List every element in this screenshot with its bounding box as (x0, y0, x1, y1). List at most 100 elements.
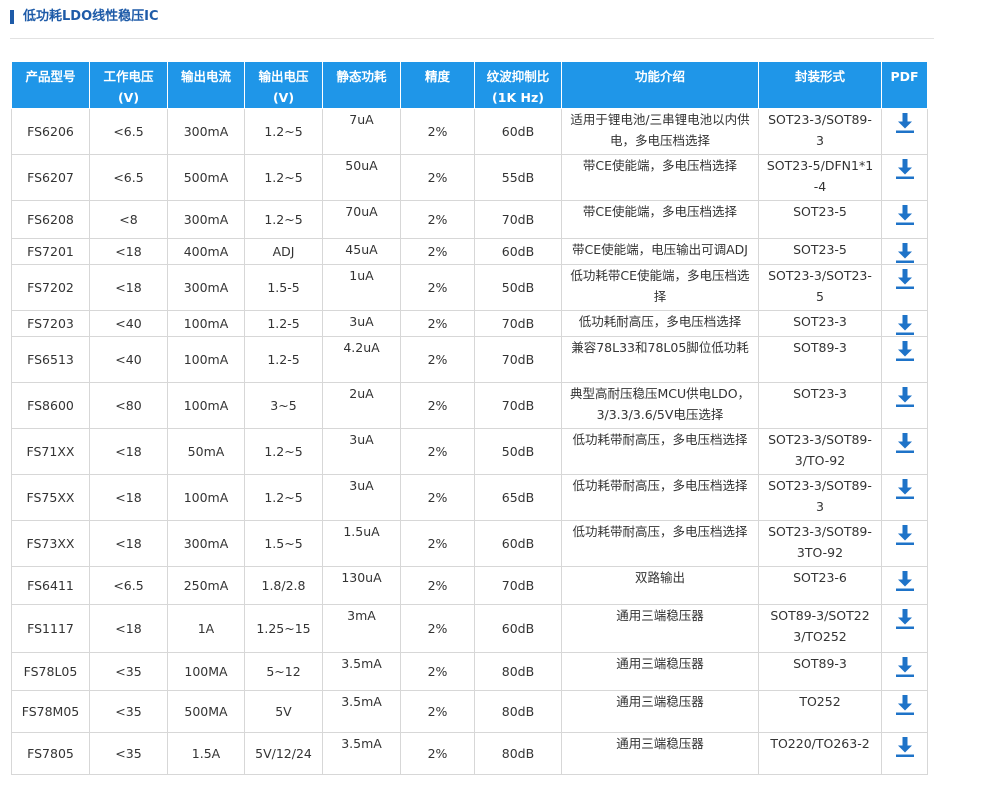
output-voltage-cell: 1.2-5 (244, 310, 323, 337)
download-icon[interactable] (895, 268, 915, 290)
package-cell: SOT23-6 (758, 566, 882, 605)
quiescent-cell: 3uA (322, 474, 401, 521)
output-voltage-cell: 1.2~5 (244, 108, 323, 155)
pdf-link[interactable] (882, 733, 927, 758)
function-cell: 通用三端稳压器 (561, 604, 759, 653)
download-icon[interactable] (895, 524, 915, 546)
model-cell: FS8600 (11, 382, 90, 429)
download-icon[interactable] (895, 314, 915, 336)
output-voltage-cell: 3~5 (244, 382, 323, 429)
pdf-link[interactable] (882, 653, 927, 678)
function-cell: 双路输出 (561, 566, 759, 605)
output-voltage-cell: 5~12 (244, 652, 323, 691)
table-row: FS78L05 <35 100MA 5~12 3.5mA 2% 80dB 通用三端稳压器 SOT… (11, 652, 928, 691)
psrr-cell: 60dB (474, 604, 562, 653)
pdf-cell (881, 566, 928, 605)
accuracy-cell: 2% (400, 690, 475, 733)
quiescent-cell: 50uA (322, 154, 401, 201)
package-cell: SOT23-3/SOT23-5 (758, 264, 882, 311)
pdf-link[interactable] (882, 311, 927, 336)
download-icon[interactable] (895, 608, 915, 630)
accuracy-cell: 2% (400, 428, 475, 475)
table-row: FS73XX <18 300mA 1.5~5 1.5uA 2% 60dB 低功耗带耐高压，多电… (11, 520, 928, 567)
quiescent-cell: 45uA (322, 238, 401, 265)
pdf-link[interactable] (882, 605, 927, 630)
pdf-link[interactable] (882, 239, 927, 264)
accuracy-cell: 2% (400, 474, 475, 521)
package-cell: SOT23-3 (758, 310, 882, 337)
pdf-link[interactable] (882, 265, 927, 290)
package-cell: SOT23-3/SOT89-3/TO-92 (758, 428, 882, 475)
pdf-link[interactable] (882, 475, 927, 500)
output-voltage-cell: 1.2~5 (244, 154, 323, 201)
table-row: FS6207 <6.5 500mA 1.2~5 50uA 2% 55dB 带CE使能端，多电压… (11, 154, 928, 201)
download-icon[interactable] (895, 204, 915, 226)
table-row: FS7201 <18 400mA ADJ 45uA 2% 60dB 带CE使能端，电压输出可调… (11, 238, 928, 265)
accuracy-cell: 2% (400, 382, 475, 429)
quiescent-cell: 7uA (322, 108, 401, 155)
header-pdf: PDF (881, 61, 928, 109)
download-icon[interactable] (895, 158, 915, 180)
pdf-cell (881, 428, 928, 475)
table-row: FS7202 <18 300mA 1.5-5 1uA 2% 50dB 低功耗带CE使能端，多电… (11, 264, 928, 311)
voltage-cell: <35 (89, 652, 168, 691)
function-cell: 带CE使能端，电压输出可调ADJ (561, 238, 759, 265)
download-icon[interactable] (895, 242, 915, 264)
pdf-cell (881, 652, 928, 691)
current-cell: 300mA (167, 264, 245, 311)
output-voltage-cell: 1.8/2.8 (244, 566, 323, 605)
table-row: FS8600 <80 100mA 3~5 2uA 2% 70dB 典型高耐压稳压MCU供电LD… (11, 382, 928, 429)
pdf-link[interactable] (882, 155, 927, 180)
current-cell: 50mA (167, 428, 245, 475)
quiescent-cell: 2uA (322, 382, 401, 429)
model-cell: FS71XX (11, 428, 90, 475)
pdf-link[interactable] (882, 201, 927, 226)
pdf-link[interactable] (882, 337, 927, 362)
pdf-link[interactable] (882, 109, 927, 134)
current-cell: 1A (167, 604, 245, 653)
download-icon[interactable] (895, 570, 915, 592)
current-cell: 300mA (167, 200, 245, 239)
download-icon[interactable] (895, 694, 915, 716)
output-voltage-cell: 5V (244, 690, 323, 733)
pdf-link[interactable] (882, 521, 927, 546)
pdf-cell (881, 604, 928, 653)
download-icon[interactable] (895, 386, 915, 408)
voltage-cell: <18 (89, 474, 168, 521)
accuracy-cell: 2% (400, 652, 475, 691)
header-package: 封装形式 (758, 61, 882, 109)
pdf-link[interactable] (882, 383, 927, 408)
accuracy-cell: 2% (400, 336, 475, 383)
current-cell: 500MA (167, 690, 245, 733)
pdf-link[interactable] (882, 429, 927, 454)
download-icon[interactable] (895, 340, 915, 362)
download-icon[interactable] (895, 478, 915, 500)
psrr-cell: 65dB (474, 474, 562, 521)
voltage-cell: <35 (89, 690, 168, 733)
model-cell: FS6207 (11, 154, 90, 201)
current-cell: 100mA (167, 310, 245, 337)
table-row: FS6513 <40 100mA 1.2-5 4.2uA 2% 70dB 兼容78L33和78… (11, 336, 928, 383)
package-cell: SOT23-3/SOT89-3TO-92 (758, 520, 882, 567)
section-header: 低功耗LDO线性稳压IC (10, 8, 934, 39)
function-cell: 低功耗耐高压，多电压档选择 (561, 310, 759, 337)
psrr-cell: 70dB (474, 310, 562, 337)
output-voltage-cell: 1.5~5 (244, 520, 323, 567)
model-cell: FS6513 (11, 336, 90, 383)
pdf-link[interactable] (882, 567, 927, 592)
package-cell: SOT23-5/DFN1*1-4 (758, 154, 882, 201)
download-icon[interactable] (895, 432, 915, 454)
current-cell: 100MA (167, 652, 245, 691)
package-cell: TO220/TO263-2 (758, 732, 882, 775)
download-icon[interactable] (895, 736, 915, 758)
pdf-cell (881, 200, 928, 239)
current-cell: 400mA (167, 238, 245, 265)
header-label: 工作电压 (103, 69, 154, 84)
header-label: 输出电压 (258, 69, 309, 84)
psrr-cell: 50dB (474, 428, 562, 475)
download-icon[interactable] (895, 112, 915, 134)
voltage-cell: <6.5 (89, 154, 168, 201)
download-icon[interactable] (895, 656, 915, 678)
pdf-link[interactable] (882, 691, 927, 716)
header-quiescent-power: 静态功耗 (322, 61, 401, 109)
